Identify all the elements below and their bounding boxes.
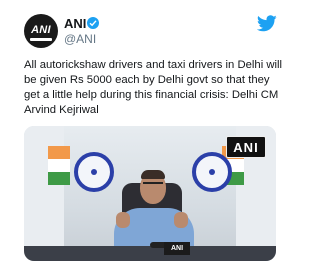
checkmark-icon — [89, 20, 97, 27]
avatar-logo-text: ANI — [31, 24, 51, 36]
ani-watermark: ANI — [226, 136, 266, 158]
ashoka-chakra-right — [192, 152, 232, 192]
speaker-hair — [141, 170, 165, 179]
tweet-text: All autorickshaw drivers and taxi driver… — [24, 59, 283, 116]
author-display-name[interactable]: ANI — [64, 16, 86, 31]
verified-badge-icon — [87, 17, 99, 29]
speaker-hand-left — [116, 212, 130, 228]
flag-left — [48, 146, 70, 186]
avatar[interactable]: ANI — [24, 14, 58, 48]
ani-mic-cube: ANI — [164, 242, 190, 255]
avatar-logo-bar — [30, 38, 52, 41]
speaker-glasses — [143, 182, 163, 189]
desk — [24, 246, 276, 261]
twitter-bird-icon[interactable] — [257, 15, 277, 32]
speaker-hand-right — [174, 212, 188, 228]
ashoka-chakra-left — [74, 152, 114, 192]
tweet-card[interactable]: ANI ANI @ANI All autorickshaw drivers an… — [0, 0, 300, 271]
tweet-media-image[interactable]: ANI ANI — [24, 126, 276, 261]
author-handle[interactable]: @ANI — [64, 32, 96, 46]
